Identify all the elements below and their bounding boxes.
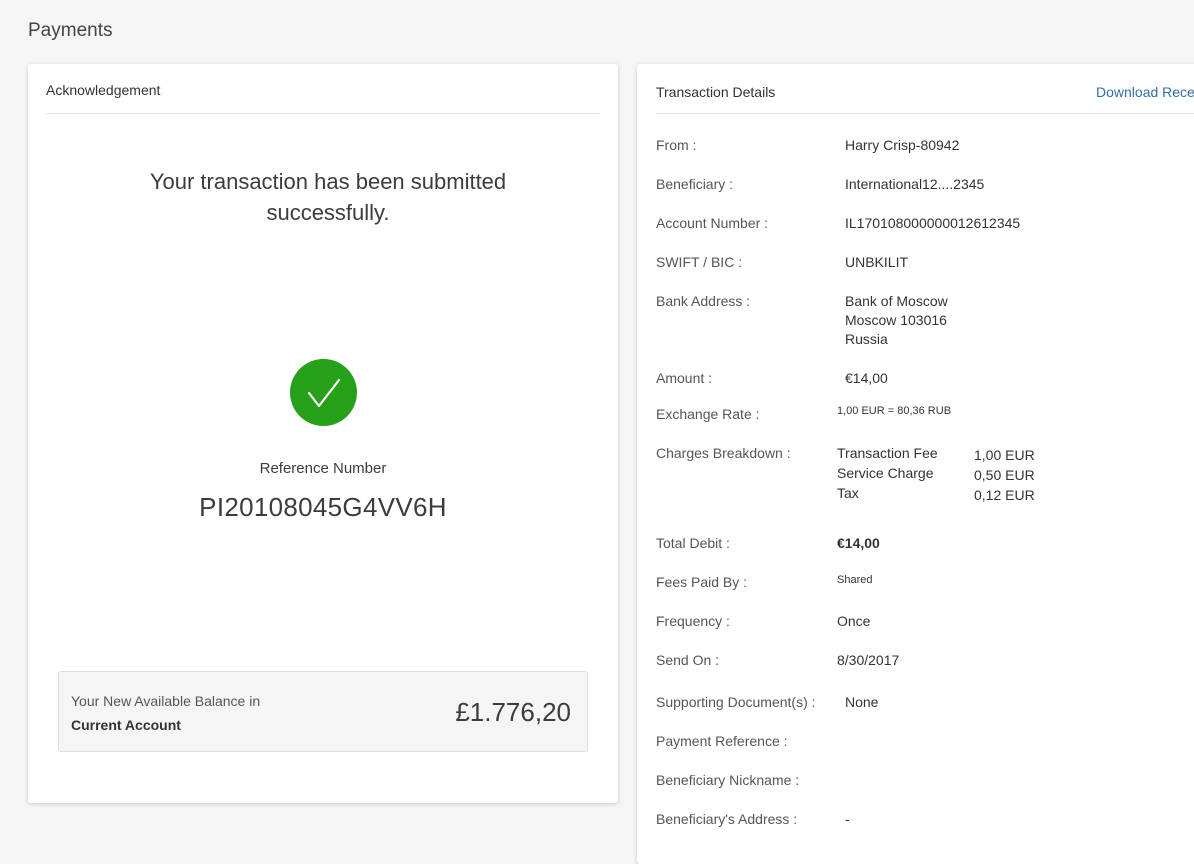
exchange-rate-value: 1,00 EUR = 80,36 RUB <box>837 405 952 417</box>
payment-reference-label: Payment Reference : <box>656 733 788 749</box>
total-debit-label: Total Debit : <box>656 535 730 551</box>
send-on-label: Send On : <box>656 652 720 668</box>
acknowledgement-header: Acknowledgement <box>46 82 161 98</box>
bank-address-line: Bank of Moscow <box>845 293 948 309</box>
frequency-label: Frequency : <box>656 613 730 629</box>
swift-value: UNBKILIT <box>845 254 909 270</box>
bank-address-value: Bank of Moscow Moscow 103016 Russia <box>845 292 948 349</box>
transaction-details-header: Transaction Details <box>656 84 776 100</box>
acknowledgement-card: Acknowledgement Your transaction has bee… <box>28 64 618 803</box>
charge-name: Service Charge <box>837 465 934 481</box>
charge-name: Tax <box>837 485 859 501</box>
transaction-details-divider <box>656 113 1194 114</box>
acknowledgement-divider <box>46 113 600 114</box>
supporting-docs-value: None <box>845 694 879 710</box>
bank-address-label: Bank Address : <box>656 293 751 309</box>
total-debit-value: €14,00 <box>837 535 880 551</box>
charge-name: Transaction Fee <box>837 445 938 461</box>
page-title: Payments <box>28 20 113 41</box>
reference-number: PI20108045G4VV6H <box>199 492 447 522</box>
from-label: From : <box>656 137 697 153</box>
fees-paid-by-label: Fees Paid By : <box>656 574 748 590</box>
beneficiary-address-label: Beneficiary's Address : <box>656 811 798 827</box>
frequency-value: Once <box>837 613 871 629</box>
amount-label: Amount : <box>656 370 713 386</box>
swift-label: SWIFT / BIC : <box>656 254 743 270</box>
balance-panel: Your New Available Balance in Current Ac… <box>58 671 588 752</box>
success-message: Your transaction has been submitted succ… <box>149 169 507 225</box>
supporting-docs-label: Supporting Document(s) : <box>656 694 816 710</box>
exchange-rate-label: Exchange Rate : <box>656 406 760 422</box>
from-value: Harry Crisp-80942 <box>845 137 960 153</box>
bank-address-line: Moscow 103016 <box>845 312 947 328</box>
account-number-value: IL170108000000012612345 <box>845 215 1021 231</box>
balance-label: Your New Available Balance in <box>71 693 261 709</box>
charge-amount: 0,50 EUR <box>974 467 1035 483</box>
charges-breakdown-label: Charges Breakdown : <box>656 445 791 461</box>
reference-number-label: Reference Number <box>259 460 387 477</box>
bank-address-line: Russia <box>845 331 888 347</box>
fees-paid-by-value: Shared <box>837 574 873 586</box>
charge-amount: 0,12 EUR <box>974 487 1035 503</box>
charge-amount: 1,00 EUR <box>974 447 1035 463</box>
download-receipt-link[interactable]: Download Rece <box>1096 84 1194 100</box>
beneficiary-address-value: - <box>845 811 850 827</box>
beneficiary-nickname-label: Beneficiary Nickname : <box>656 772 800 788</box>
amount-value: €14,00 <box>845 370 888 386</box>
balance-amount: £1.776,20 <box>455 697 571 727</box>
send-on-value: 8/30/2017 <box>837 652 900 668</box>
balance-account-name: Current Account <box>71 717 181 733</box>
account-number-label: Account Number : <box>656 215 769 231</box>
success-check-icon <box>290 359 357 426</box>
transaction-details-card: Transaction Details Download Rece From :… <box>637 64 1194 864</box>
beneficiary-label: Beneficiary : <box>656 176 734 192</box>
beneficiary-value: International12....2345 <box>845 176 985 192</box>
